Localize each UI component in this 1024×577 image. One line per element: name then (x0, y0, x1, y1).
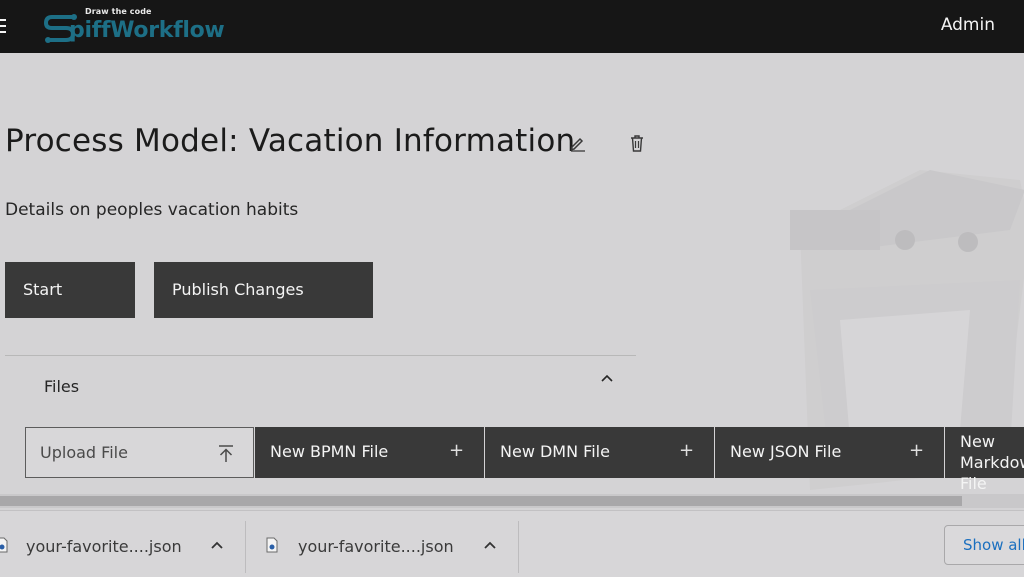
download-file-name: your-favorite....json (26, 537, 182, 556)
upload-file-label: Upload File (40, 443, 128, 462)
show-all-label: Show all (963, 536, 1024, 554)
plus-icon: + (679, 440, 695, 461)
logo-wordmark[interactable]: piffWorkflow (69, 18, 225, 43)
chevron-up-icon[interactable] (484, 541, 496, 549)
download-item[interactable]: your-favorite....json (0, 511, 245, 577)
publish-changes-button[interactable]: Publish Changes (154, 262, 373, 318)
page-title: Process Model: Vacation Information (5, 123, 576, 159)
edit-pencil-icon[interactable] (569, 134, 587, 152)
horizontal-scrollbar-thumb[interactable] (0, 496, 962, 506)
new-dmn-file-button[interactable]: New DMN File + (484, 427, 714, 478)
user-menu[interactable]: Admin (941, 15, 995, 35)
new-bpmn-file-button[interactable]: New BPMN File + (254, 427, 484, 478)
download-file-name: your-favorite....json (298, 537, 454, 556)
show-all-downloads-button[interactable]: Show all (944, 525, 1024, 565)
trash-icon[interactable] (628, 134, 646, 152)
browser-downloads-bar: your-favorite....json your-favorite....j… (0, 510, 1024, 577)
plus-icon: + (909, 440, 925, 461)
chevron-up-icon[interactable] (600, 373, 614, 383)
new-markdown-file-button[interactable]: New Markdown File (944, 427, 1024, 493)
chevron-up-icon[interactable] (211, 541, 223, 549)
new-markdown-file-label: New Markdown File (960, 432, 1024, 493)
new-json-file-button[interactable]: New JSON File + (714, 427, 944, 478)
hamburger-menu-icon[interactable] (0, 19, 6, 33)
download-item[interactable]: your-favorite....json (246, 511, 518, 577)
process-model-description: Details on peoples vacation habits (5, 200, 299, 220)
plus-icon: + (449, 440, 465, 461)
file-icon (266, 537, 278, 553)
file-icon (0, 537, 8, 553)
top-nav-bar: Draw the code piffWorkflow Admin (0, 0, 1024, 53)
logo-tagline: Draw the code (85, 7, 152, 16)
upload-file-button[interactable]: Upload File (25, 427, 254, 478)
new-json-file-label: New JSON File (730, 442, 842, 461)
section-divider (5, 355, 636, 356)
files-accordion-title[interactable]: Files (44, 377, 79, 396)
upload-icon (219, 445, 233, 462)
download-separator (518, 521, 519, 573)
start-button[interactable]: Start (5, 262, 135, 318)
new-dmn-file-label: New DMN File (500, 442, 610, 461)
new-bpmn-file-label: New BPMN File (270, 442, 389, 461)
